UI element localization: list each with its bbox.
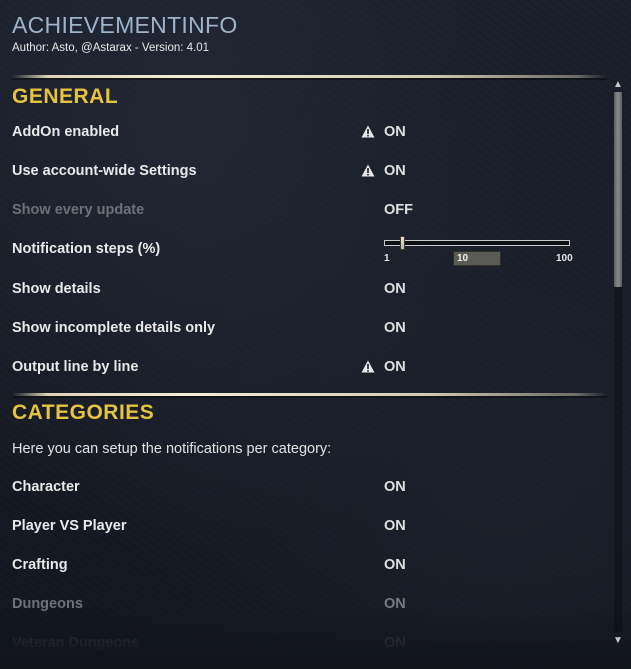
slider-min-label: 1 xyxy=(384,253,390,264)
setting-label: AddOn enabled xyxy=(12,124,120,140)
setting-label: Show incomplete details only xyxy=(12,320,216,336)
addon-title: ACHIEVEMENTINFO xyxy=(12,12,238,38)
section-divider xyxy=(12,75,607,80)
toggle-value[interactable]: ON xyxy=(384,634,406,652)
slider-value-label: 10 xyxy=(457,253,469,264)
scrollbar-thumb[interactable] xyxy=(614,92,622,287)
section-header-general: GENERAL xyxy=(12,85,119,108)
toggle-value[interactable]: ON xyxy=(384,319,406,337)
slider-max-label: 100 xyxy=(556,253,573,264)
toggle-value[interactable]: ON xyxy=(384,280,406,298)
toggle-value[interactable]: OFF xyxy=(384,201,413,219)
section-divider xyxy=(12,393,607,398)
author-version-line: Author: Asto, @Astarax - Version: 4.01 xyxy=(12,42,210,54)
setting-label: Veteran Dungeons xyxy=(12,635,140,651)
setting-label: Character xyxy=(12,479,80,495)
warning-icon xyxy=(361,164,375,177)
warning-icon xyxy=(361,125,375,138)
setting-label: Player VS Player xyxy=(12,518,127,534)
categories-description: Here you can setup the notifications per… xyxy=(12,441,332,457)
toggle-value[interactable]: ON xyxy=(384,478,406,496)
setting-label: Show every update xyxy=(12,202,145,218)
setting-label: Crafting xyxy=(12,557,68,573)
toggle-value[interactable]: ON xyxy=(384,358,406,376)
toggle-value[interactable]: ON xyxy=(384,162,406,180)
toggle-value[interactable]: ON xyxy=(384,556,406,574)
setting-label: Output line by line xyxy=(12,359,139,375)
setting-label: Dungeons xyxy=(12,596,83,612)
toggle-value[interactable]: ON xyxy=(384,517,406,535)
toggle-value[interactable]: ON xyxy=(384,595,406,613)
setting-label: Use account-wide Settings xyxy=(12,163,197,179)
section-header-categories: CATEGORIES xyxy=(12,401,155,424)
setting-label: Notification steps (%) xyxy=(12,241,161,257)
setting-label: Show details xyxy=(12,281,101,297)
notification-steps-slider-thumb[interactable] xyxy=(400,236,405,250)
settings-panel: ACHIEVEMENTINFO Author: Asto, @Astarax -… xyxy=(0,0,631,669)
toggle-value[interactable]: ON xyxy=(384,123,406,141)
scroll-up-arrow-icon[interactable]: ▲ xyxy=(611,80,625,90)
warning-icon xyxy=(361,360,375,373)
scroll-down-arrow-icon[interactable]: ▼ xyxy=(611,636,625,646)
notification-steps-slider-track[interactable] xyxy=(384,240,570,246)
